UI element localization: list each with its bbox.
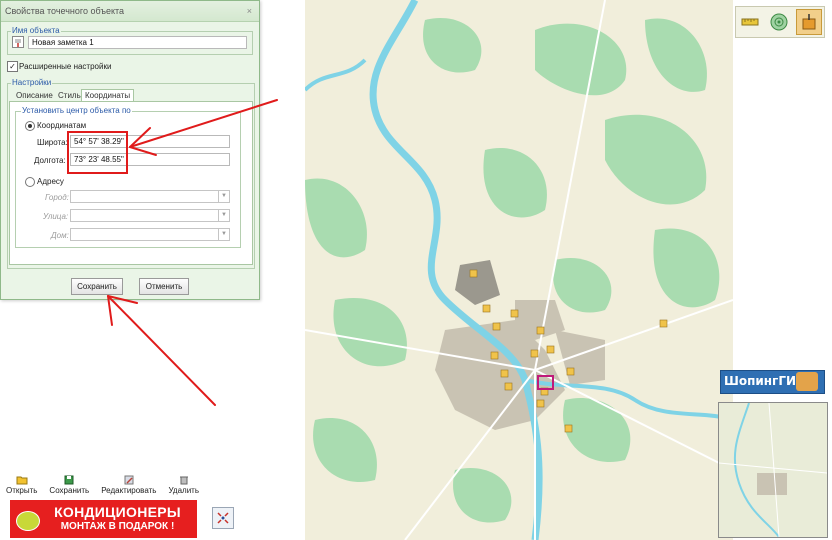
annotation-arrows [107, 99, 278, 406]
